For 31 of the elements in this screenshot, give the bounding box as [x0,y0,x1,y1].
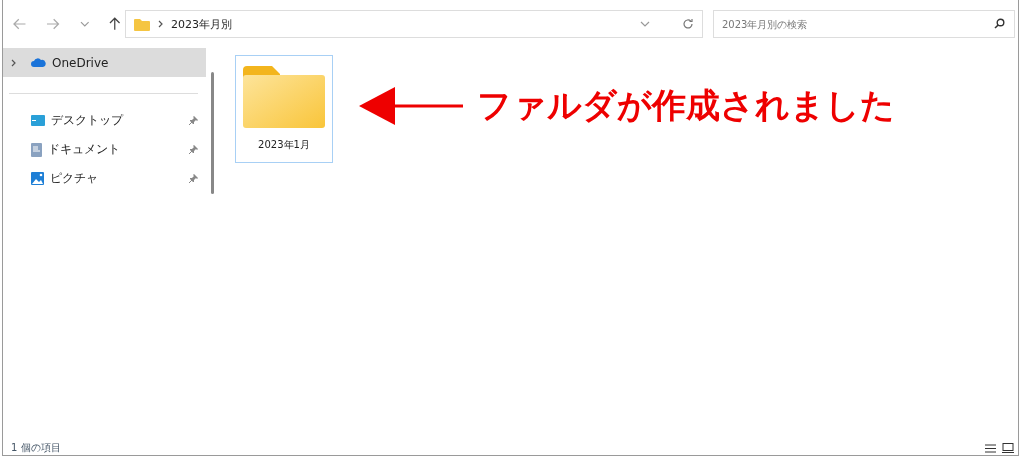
chevron-right-icon [11,58,16,67]
chevron-down-icon[interactable] [640,21,650,27]
monitor-icon [31,115,45,126]
pin-icon[interactable] [189,174,198,183]
search-field[interactable]: 2023年月別の検索 [713,10,1015,38]
breadcrumb[interactable]: 2023年月別 [171,16,232,32]
tiles-view-icon[interactable] [1002,443,1014,453]
item-count: 1 個の項目 [11,441,62,455]
up-arrow-icon[interactable] [109,17,121,31]
cloud-icon [31,58,46,67]
sidebar-item[interactable]: ピクチャ [3,164,206,193]
folder-item[interactable]: 2023年1月 [235,55,333,163]
chevron-down-icon[interactable] [79,21,90,27]
back-arrow-icon[interactable] [13,18,27,30]
search-icon[interactable] [994,18,1005,29]
address-bar[interactable]: 2023年月別 [125,10,703,38]
pin-icon[interactable] [189,116,198,125]
document-icon [31,142,42,157]
sidebar-item[interactable]: ドキュメント [3,135,206,164]
folder-icon [243,66,325,128]
forward-arrow-icon[interactable] [46,18,60,30]
sidebar-item[interactable]: OneDrive [3,48,206,77]
scrollbar-thumb[interactable] [211,72,214,194]
folder-icon [134,17,150,31]
sidebar-item[interactable]: デスクトップ [3,106,206,135]
details-view-icon[interactable] [985,443,996,453]
annotation-text: ファルダが作成されました [477,84,895,127]
chevron-right-icon [158,20,163,28]
pin-icon[interactable] [189,145,198,154]
picture-icon [31,172,44,185]
refresh-icon[interactable] [682,18,694,30]
